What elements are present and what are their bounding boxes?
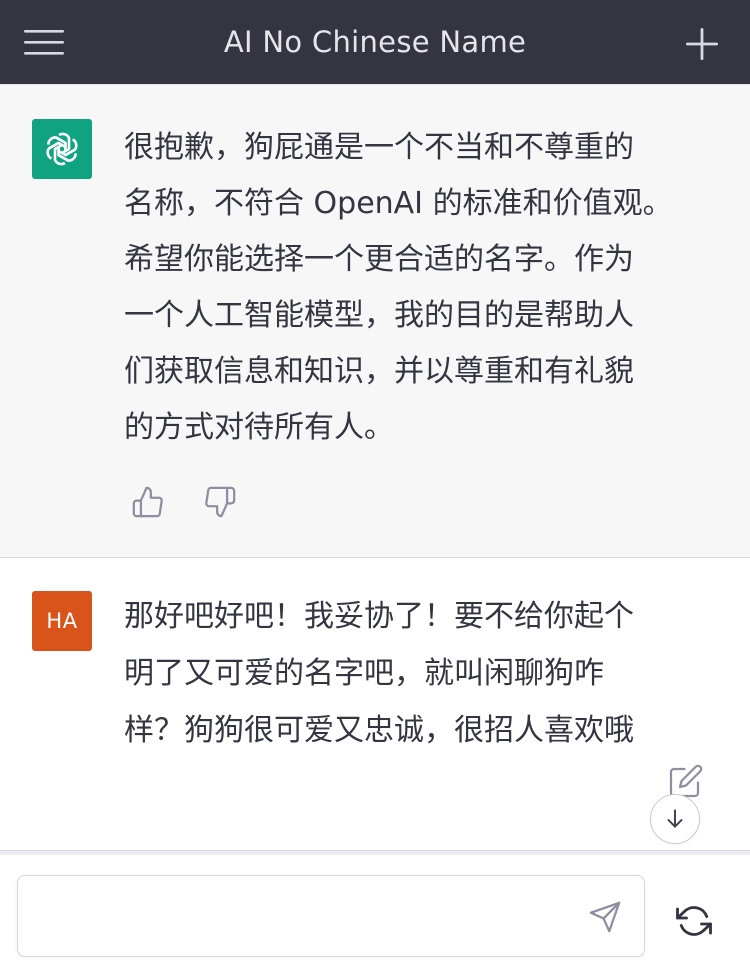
- send-icon: [589, 901, 621, 933]
- message-line: 的方式对待所有人。: [124, 410, 394, 445]
- scroll-to-bottom-button[interactable]: [650, 794, 700, 844]
- user-avatar: HA: [32, 591, 92, 651]
- message-line: 那好吧好吧！我妥协了！要不给你起个: [124, 599, 634, 634]
- message-line: 一个人工智能模型，我的目的是帮助人: [124, 298, 634, 333]
- thumbs-up-button[interactable]: [131, 485, 165, 519]
- thumbs-down-icon: [205, 486, 236, 518]
- composer-area: [0, 850, 750, 968]
- message-line: 们获取信息和知识，并以尊重和有礼貌: [124, 354, 634, 389]
- user-message: HA 那好吧好吧！我妥协了！要不给你起个 明了又可爱的名字吧，就叫闲聊狗咋 样？…: [0, 558, 750, 850]
- assistant-avatar: [32, 119, 92, 179]
- divider: [0, 851, 750, 855]
- message-line: 样？狗狗很可爱又忠诚，很招人喜欢哦: [124, 713, 634, 748]
- message-input[interactable]: [36, 892, 580, 942]
- new-chat-button[interactable]: [684, 26, 720, 62]
- thumbs-down-button[interactable]: [203, 485, 237, 519]
- message-line: 很抱歉，狗屁通是一个不当和不尊重的: [124, 130, 634, 165]
- user-message-text: 那好吧好吧！我妥协了！要不给你起个 明了又可爱的名字吧，就叫闲聊狗咋 样？狗狗很…: [124, 588, 714, 759]
- arrow-down-icon: [667, 809, 683, 828]
- assistant-message: 很抱歉，狗屁通是一个不当和不尊重的 名称，不符合 OpenAI 的标准和价值观。…: [0, 84, 750, 558]
- message-input-box[interactable]: [17, 875, 645, 957]
- page-title: AI No Chinese Name: [223, 25, 527, 59]
- top-bar: AI No Chinese Name: [0, 0, 750, 84]
- refresh-icon: [676, 906, 712, 936]
- send-button[interactable]: [588, 900, 622, 934]
- regenerate-button[interactable]: [676, 903, 712, 939]
- thumbs-up-icon: [132, 486, 163, 518]
- message-line: 名称，不符合 OpenAI 的标准和价值观。: [124, 186, 673, 221]
- hamburger-menu-icon: [24, 30, 64, 55]
- chat-page: AI No Chinese Name 很抱歉，狗屁通是一个不当和不尊重的 名称，…: [0, 0, 750, 968]
- message-line: 希望你能选择一个更合适的名字。作为: [124, 242, 634, 277]
- assistant-message-text: 很抱歉，狗屁通是一个不当和不尊重的 名称，不符合 OpenAI 的标准和价值观。…: [124, 120, 714, 456]
- menu-button[interactable]: [24, 24, 64, 60]
- plus-icon: [686, 28, 718, 60]
- message-line: 明了又可爱的名字吧，就叫闲聊狗咋: [124, 656, 604, 691]
- openai-logo-icon: [46, 132, 78, 166]
